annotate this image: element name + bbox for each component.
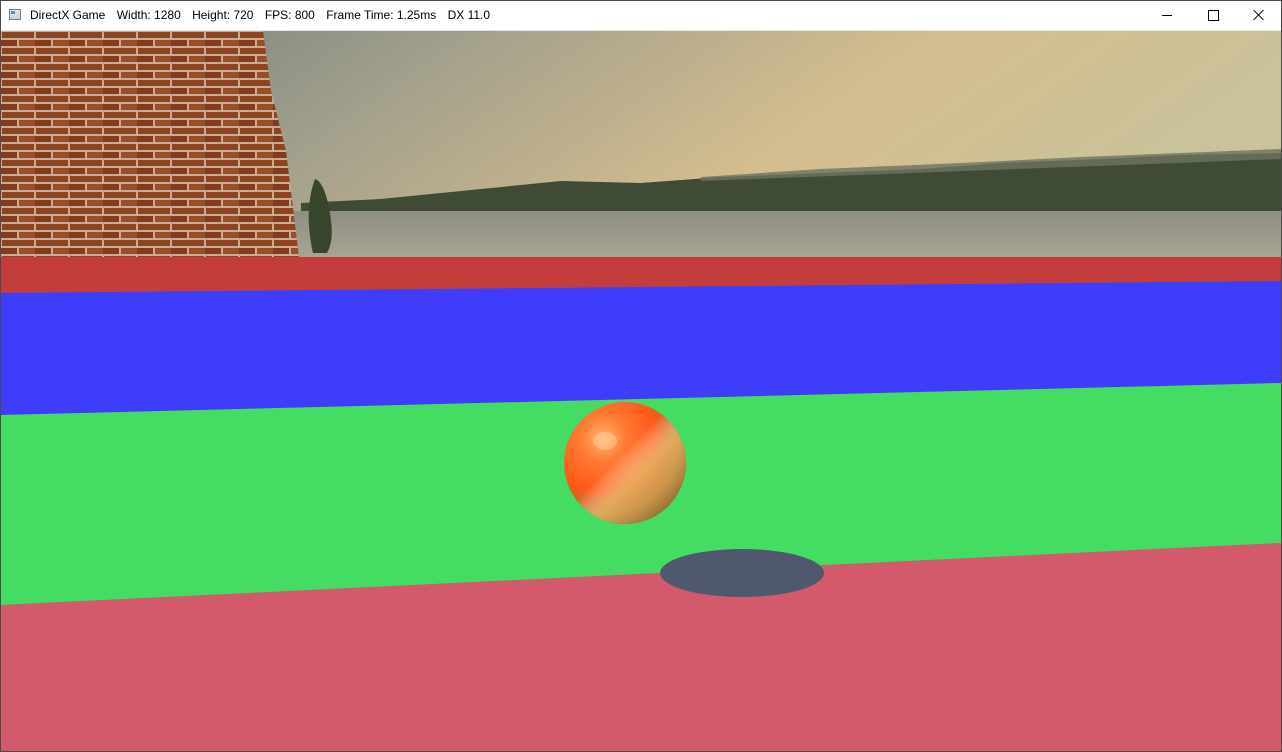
title-fps: FPS: 800 [264, 8, 315, 22]
minimize-button[interactable] [1144, 0, 1190, 30]
river-water [291, 211, 1281, 257]
title-dx-version: DX 11.0 [447, 8, 491, 22]
title-height: Height: 720 [192, 8, 254, 22]
minimize-icon [1162, 14, 1172, 16]
application-icon[interactable] [9, 9, 21, 20]
ball-shadow [660, 549, 824, 597]
title-width: Width: 1280 [116, 8, 181, 22]
title-app-name: DirectX Game [30, 8, 106, 22]
close-icon [1253, 9, 1265, 21]
title-bar[interactable]: DirectX Game Width: 1280 Height: 720 FPS… [0, 0, 1282, 31]
game-scene [1, 31, 1281, 751]
maximize-icon [1207, 9, 1219, 21]
directx-game-window: DirectX Game Width: 1280 Height: 720 FPS… [0, 0, 1282, 752]
title-frame-time: Frame Time: 1.25ms [326, 8, 437, 22]
close-button[interactable] [1236, 0, 1282, 30]
maximize-button[interactable] [1190, 0, 1236, 30]
render-viewport[interactable] [1, 31, 1281, 751]
window-title: DirectX Game Width: 1280 Height: 720 FPS… [30, 8, 498, 22]
